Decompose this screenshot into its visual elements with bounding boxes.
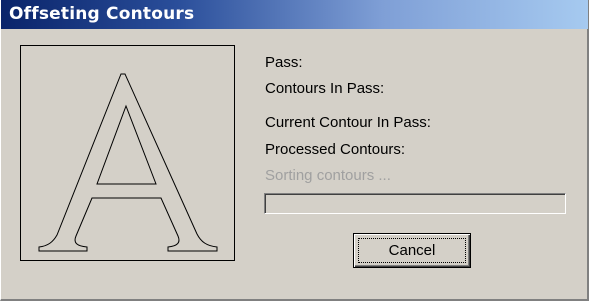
processed-contours-label: Processed Contours: <box>265 141 406 158</box>
window-title: Offseting Contours <box>9 4 195 24</box>
contours-in-pass-label: Contours In Pass: <box>265 80 385 97</box>
cancel-button[interactable]: Cancel <box>353 233 471 268</box>
letter-outline-icon <box>38 73 218 252</box>
title-bar[interactable]: Offseting Contours <box>1 0 588 29</box>
cancel-button-label: Cancel <box>388 242 436 259</box>
status-text: Sorting contours ... <box>265 167 391 184</box>
pass-label: Pass: <box>265 54 303 71</box>
current-contour-label: Current Contour In Pass: <box>265 114 431 131</box>
offset-contours-dialog: Offseting Contours Pass: Contours In Pas… <box>0 0 589 301</box>
contour-preview <box>20 45 235 261</box>
progress-bar <box>264 193 566 214</box>
